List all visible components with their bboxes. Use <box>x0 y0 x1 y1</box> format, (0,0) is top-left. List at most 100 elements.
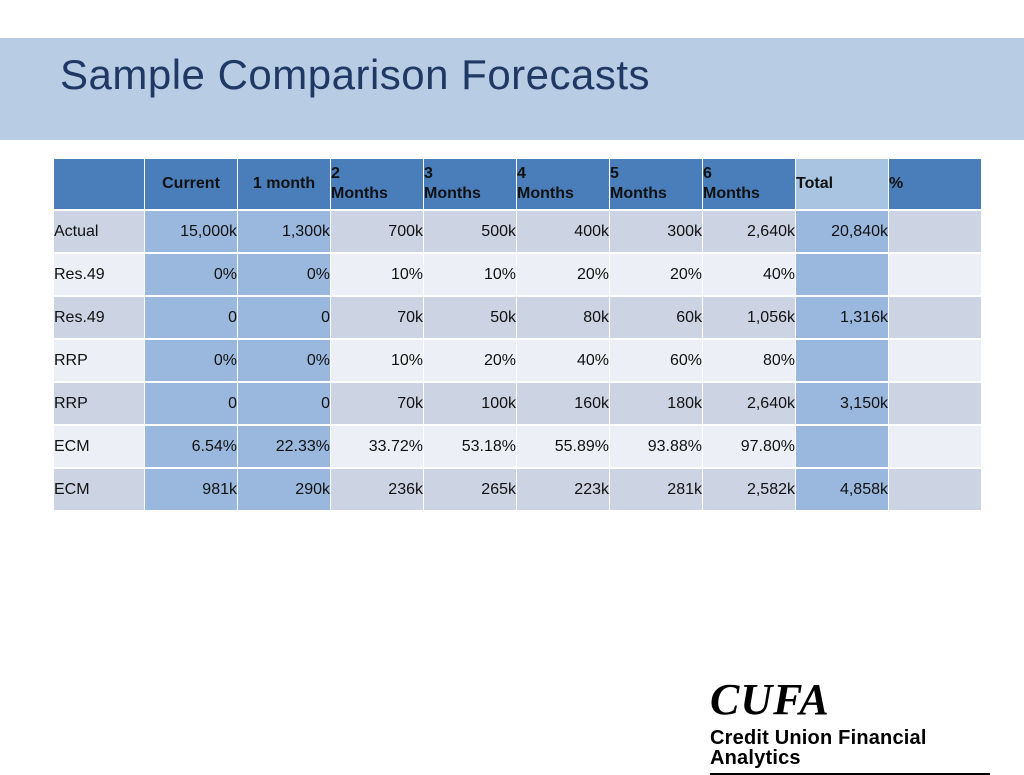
table-header-m1: 1 month <box>238 159 330 209</box>
table-row: RRP 0% 0% 10% 20% 40% 60% 80% <box>54 340 981 381</box>
table-header: Current 1 month 2 Months 3 Months 4 Months 5 Mont… <box>54 159 981 209</box>
table-header-label: 6 <box>703 165 712 182</box>
table-header-m2: 2 Months <box>331 159 423 209</box>
cell-current: 15,000k <box>145 211 237 252</box>
cell-percent <box>889 254 981 295</box>
cell-percent <box>889 469 981 510</box>
cell-m1: 0 <box>238 383 330 424</box>
cell-m6: 1,056k <box>703 297 795 338</box>
cell-m3: 53.18% <box>424 426 516 467</box>
table-row: Actual 15,000k 1,300k 700k 500k 400k 300k 2,640… <box>54 211 981 252</box>
table-header-label: 1 month <box>252 175 316 192</box>
table-header-m3: 3 Months <box>424 159 516 209</box>
cell-m3: 265k <box>424 469 516 510</box>
cell-m3: 500k <box>424 211 516 252</box>
table-header-m5: 5 Months <box>610 159 702 209</box>
cell-m1: 22.33% <box>238 426 330 467</box>
table-header-label: 4 <box>517 165 526 182</box>
cell-percent <box>889 383 981 424</box>
table-header-label-line2: Months <box>610 185 667 202</box>
cell-m5: 281k <box>610 469 702 510</box>
cell-total <box>796 426 888 467</box>
cell-m3: 100k <box>424 383 516 424</box>
table-header-label-line2: Months <box>424 185 481 202</box>
cell-m2: 70k <box>331 297 423 338</box>
cell-percent <box>889 211 981 252</box>
table-header-row: Current 1 month 2 Months 3 Months 4 Months 5 Mont… <box>54 159 981 209</box>
row-label: Actual <box>54 211 144 252</box>
cell-m5: 300k <box>610 211 702 252</box>
cell-m3: 50k <box>424 297 516 338</box>
table-header-label-line2: Months <box>517 185 574 202</box>
cell-m3: 20% <box>424 340 516 381</box>
cell-m5: 60% <box>610 340 702 381</box>
cell-m5: 93.88% <box>610 426 702 467</box>
cell-m1: 0 <box>238 297 330 338</box>
cell-m4: 20% <box>517 254 609 295</box>
table-row: Res.49 0% 0% 10% 10% 20% 20% 40% <box>54 254 981 295</box>
cell-m4: 40% <box>517 340 609 381</box>
cell-m4: 55.89% <box>517 426 609 467</box>
table-row: RRP 0 0 70k 100k 160k 180k 2,640k 3,150k <box>54 383 981 424</box>
cell-total: 3,150k <box>796 383 888 424</box>
cell-m6: 2,582k <box>703 469 795 510</box>
cufa-logo: CUFA Credit Union Financial Analytics <box>710 678 990 775</box>
cell-m2: 236k <box>331 469 423 510</box>
cell-total <box>796 340 888 381</box>
table-header-label <box>54 159 144 209</box>
cell-total <box>796 254 888 295</box>
table-header-m4: 4 Months <box>517 159 609 209</box>
cell-m4: 223k <box>517 469 609 510</box>
cell-current: 0% <box>145 340 237 381</box>
logo-tagline: Credit Union Financial Analytics <box>710 727 927 769</box>
cell-current: 981k <box>145 469 237 510</box>
cell-m4: 400k <box>517 211 609 252</box>
table-row: ECM 981k 290k 236k 265k 223k 281k 2,582k 4,858k <box>54 469 981 510</box>
cell-m2: 700k <box>331 211 423 252</box>
cell-m6: 2,640k <box>703 211 795 252</box>
cell-m5: 180k <box>610 383 702 424</box>
cell-m1: 1,300k <box>238 211 330 252</box>
cell-current: 0 <box>145 297 237 338</box>
cell-m6: 40% <box>703 254 795 295</box>
table-header-percent: % <box>889 159 981 209</box>
table-body: Actual 15,000k 1,300k 700k 500k 400k 300k 2,640… <box>54 211 981 510</box>
table-header-label: Current <box>162 175 220 192</box>
row-label: ECM <box>54 469 144 510</box>
table-header-label: 2 <box>331 165 340 182</box>
row-label: RRP <box>54 383 144 424</box>
cell-m5: 20% <box>610 254 702 295</box>
cell-total: 20,840k <box>796 211 888 252</box>
cell-m1: 0% <box>238 254 330 295</box>
cell-m2: 10% <box>331 254 423 295</box>
cell-m4: 80k <box>517 297 609 338</box>
cell-m3: 10% <box>424 254 516 295</box>
cell-current: 0 <box>145 383 237 424</box>
cell-total: 1,316k <box>796 297 888 338</box>
table-header-label-line2: Months <box>703 185 760 202</box>
cell-m1: 290k <box>238 469 330 510</box>
table-header-current: Current <box>145 159 237 209</box>
page-title: Sample Comparison Forecasts <box>60 51 651 98</box>
cell-m2: 33.72% <box>331 426 423 467</box>
table-header-m6: 6 Months <box>703 159 795 209</box>
cell-m4: 160k <box>517 383 609 424</box>
cell-m6: 97.80% <box>703 426 795 467</box>
cell-current: 0% <box>145 254 237 295</box>
table-row: Res.49 0 0 70k 50k 80k 60k 1,056k 1,316k <box>54 297 981 338</box>
cell-m2: 10% <box>331 340 423 381</box>
row-label: Res.49 <box>54 297 144 338</box>
table-header-label-line2: Months <box>331 185 388 202</box>
cell-percent <box>889 426 981 467</box>
cell-current: 6.54% <box>145 426 237 467</box>
row-label: Res.49 <box>54 254 144 295</box>
cell-m5: 60k <box>610 297 702 338</box>
logo-wordmark: CUFA <box>710 675 830 724</box>
table-header-label: 5 <box>610 165 619 182</box>
forecast-table-container: Current 1 month 2 Months 3 Months 4 Months 5 Mont… <box>53 157 981 512</box>
cell-m1: 0% <box>238 340 330 381</box>
table-header-total: Total <box>796 159 888 209</box>
cell-total: 4,858k <box>796 469 888 510</box>
cell-m2: 70k <box>331 383 423 424</box>
cell-m6: 2,640k <box>703 383 795 424</box>
